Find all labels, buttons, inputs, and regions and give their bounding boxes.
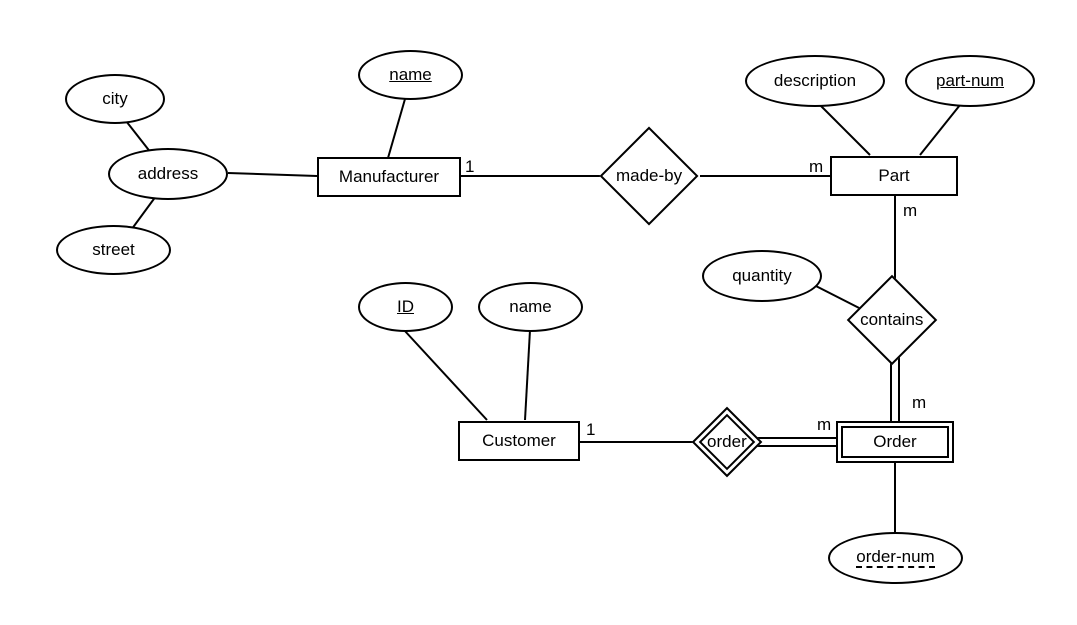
quantity-label: quantity bbox=[732, 266, 792, 286]
contains-relationship: contains bbox=[847, 275, 938, 366]
customer-id-attribute: ID bbox=[358, 282, 453, 332]
part-entity: Part bbox=[830, 156, 958, 196]
order-num-label: order-num bbox=[856, 548, 934, 569]
description-attribute: description bbox=[745, 55, 885, 107]
street-label: street bbox=[92, 240, 135, 260]
customer-name-label: name bbox=[509, 297, 552, 317]
city-label: city bbox=[102, 89, 128, 109]
made-by-label: made-by bbox=[616, 166, 682, 186]
contains-label: contains bbox=[860, 310, 923, 330]
customer-label: Customer bbox=[482, 431, 556, 451]
card-part-madeby: m bbox=[809, 157, 823, 177]
card-part-contains: m bbox=[903, 201, 917, 221]
part-num-label: part-num bbox=[936, 71, 1004, 91]
customer-entity: Customer bbox=[458, 421, 580, 461]
card-customer-order: 1 bbox=[586, 420, 595, 440]
order-relationship: order bbox=[692, 407, 763, 478]
card-mfr-madeby: 1 bbox=[465, 157, 474, 177]
manufacturer-name-attribute: name bbox=[358, 50, 463, 100]
manufacturer-entity: Manufacturer bbox=[317, 157, 461, 197]
address-attribute: address bbox=[108, 148, 228, 200]
er-diagram: city address street name Manufacturer ma… bbox=[0, 0, 1077, 625]
order-rel-label: order bbox=[707, 432, 747, 452]
address-label: address bbox=[138, 164, 198, 184]
made-by-relationship: made-by bbox=[600, 127, 699, 226]
order-entity: Order bbox=[836, 421, 954, 463]
customer-name-attribute: name bbox=[478, 282, 583, 332]
order-label: Order bbox=[873, 432, 916, 452]
description-label: description bbox=[774, 71, 856, 91]
quantity-attribute: quantity bbox=[702, 250, 822, 302]
card-order-contains: m bbox=[912, 393, 926, 413]
part-num-attribute: part-num bbox=[905, 55, 1035, 107]
street-attribute: street bbox=[56, 225, 171, 275]
manufacturer-name-label: name bbox=[389, 65, 432, 85]
customer-id-label: ID bbox=[397, 297, 414, 317]
manufacturer-label: Manufacturer bbox=[339, 167, 439, 187]
card-order-order: m bbox=[817, 415, 831, 435]
order-num-attribute: order-num bbox=[828, 532, 963, 584]
part-label: Part bbox=[878, 166, 909, 186]
city-attribute: city bbox=[65, 74, 165, 124]
